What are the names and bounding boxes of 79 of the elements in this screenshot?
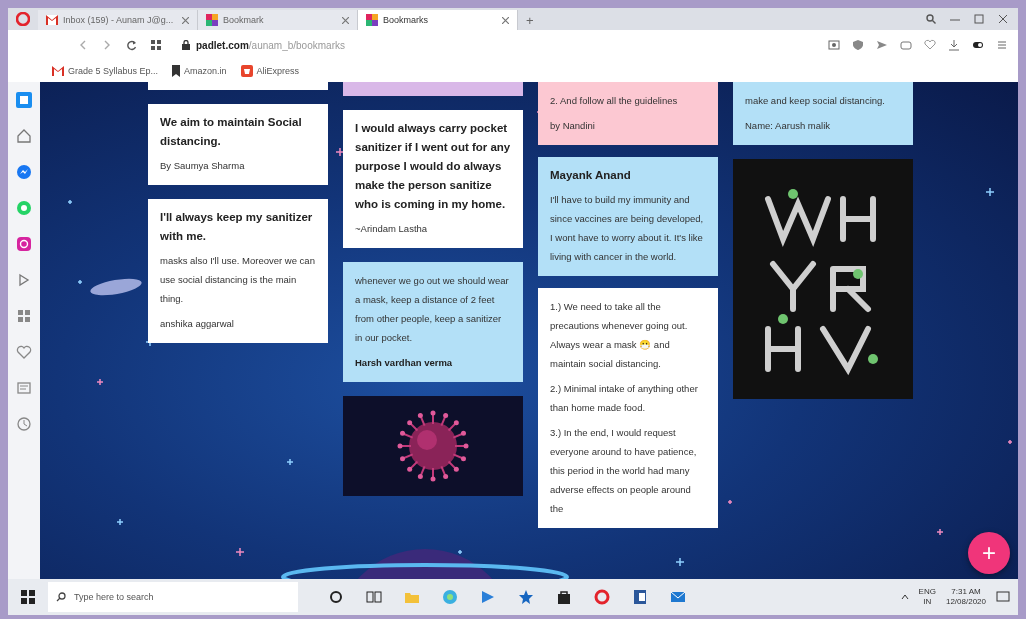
opera-logo-icon[interactable] (16, 12, 30, 26)
windows-logo-icon[interactable] (21, 590, 35, 604)
notification-icon[interactable] (996, 590, 1010, 604)
search-icon (56, 592, 66, 602)
note-text: anshika aggarwal (160, 317, 235, 331)
note-text: 3.) In the end, I would request everyone around to have patience, this period in the world had many adverse effects on people around the (550, 426, 698, 516)
note-text: make and keep social distancing. (745, 94, 886, 108)
clock-icon[interactable] (16, 416, 32, 432)
note-text: ~Arindam Lastha (355, 222, 429, 236)
reload-icon[interactable] (126, 39, 137, 51)
note-title: I would always carry pocket sanitizer if I went out for any purpose I would do always make the person sanitize who is coming in my home. (355, 121, 511, 212)
speed-dial-icon[interactable] (16, 92, 32, 108)
news-icon[interactable] (16, 380, 32, 396)
bookmark-link[interactable]: AliExpress (240, 65, 300, 77)
caret-icon[interactable] (900, 594, 909, 600)
app-icon[interactable] (480, 589, 496, 605)
browser-tab[interactable]: Bookmarks (358, 10, 518, 30)
maximize-icon[interactable] (974, 14, 984, 24)
send-icon[interactable] (876, 39, 888, 51)
home-icon[interactable] (16, 128, 32, 144)
heart-icon[interactable] (16, 344, 32, 360)
close-icon[interactable] (998, 14, 1008, 24)
bookmark-link[interactable]: Amazon.in (172, 65, 227, 77)
browser-icon[interactable] (442, 589, 458, 605)
close-icon[interactable] (182, 16, 189, 24)
note-text: By Saumya Sharma (160, 159, 246, 173)
note-title: Mayank Anand (550, 168, 632, 183)
instagram-icon[interactable] (16, 236, 32, 252)
word-icon[interactable] (632, 589, 648, 605)
clock-date[interactable]: 12/08/2020 (945, 597, 986, 607)
close-icon[interactable] (342, 16, 349, 24)
address-field[interactable]: padlet.com/aunam_b/bookmarks (176, 34, 814, 56)
mail-icon (52, 66, 64, 76)
whatsapp-icon[interactable] (16, 200, 32, 216)
note-text: by Nandini (550, 119, 596, 133)
heart-icon[interactable] (924, 39, 936, 51)
messenger-icon[interactable] (16, 164, 32, 180)
browser-tab[interactable]: Inbox (159) - Aunam J@g... (38, 10, 198, 30)
note-text: Name: Aarush malik (745, 119, 831, 133)
region-label[interactable]: IN (923, 597, 932, 607)
shopping-icon (240, 65, 253, 77)
search-icon[interactable] (926, 14, 936, 24)
taskbar-search-field[interactable]: Type here to search (48, 582, 298, 612)
note-title: We aim to maintain Social distancing. (160, 115, 303, 149)
grid-icon[interactable] (16, 308, 32, 324)
task-view-icon[interactable] (366, 589, 382, 605)
small-planet-drawing (88, 276, 144, 298)
language-label[interactable]: ENG (918, 587, 936, 597)
star-app-icon[interactable] (518, 589, 534, 605)
note-text: I'll have to build my immunity and since vaccines are being developed, I wont have to worry about it. It's like living with cancer in the world. (550, 193, 705, 264)
note-text: 1.) We need to take all the precautions whenever going out. Always wear a mask 😷 and maintain social distancing. (550, 300, 689, 371)
mail-icon (46, 15, 58, 25)
shield-icon[interactable] (852, 39, 864, 51)
grid-icon[interactable] (151, 39, 162, 51)
note-text: masks also I'll use. Moreover we can use social distancing is the main thing. (160, 254, 316, 306)
note-title: I'll always keep my sanitizer with me. (160, 210, 314, 244)
note-text: whenever we go out we should wear a mask, keep a distance of 2 feet from other people, keep a sanitizer in our pocket. (355, 274, 510, 345)
clock-time[interactable]: 7:31 AM (951, 587, 981, 597)
note-text: 2. And follow all the guidelines (550, 94, 679, 108)
wallet-icon[interactable] (900, 39, 912, 51)
lock-icon (182, 40, 190, 50)
mail-icon[interactable] (670, 589, 686, 605)
note-text: Harsh vardhan verma (355, 356, 454, 370)
add-button[interactable]: + (968, 532, 1010, 574)
padlet-logo-icon (366, 14, 378, 26)
browser-tab[interactable]: Bookmark (198, 10, 358, 30)
toggle-icon[interactable] (972, 39, 984, 51)
camera-icon[interactable] (828, 39, 840, 51)
opera-logo-icon[interactable] (594, 589, 610, 605)
bookmark-link[interactable]: Grade 5 Syllabus Ep... (52, 66, 159, 76)
bookmark-icon (172, 65, 181, 77)
menu-icon[interactable] (996, 39, 1008, 51)
download-icon[interactable] (948, 39, 960, 51)
store-bag-icon[interactable] (556, 589, 572, 605)
new-tab-button[interactable]: + (518, 10, 542, 30)
close-icon[interactable] (502, 16, 509, 24)
padlet-logo-icon (206, 14, 218, 26)
cortana-icon[interactable] (328, 589, 344, 605)
note-text: 2.) Minimal intake of anything other than home made food. (550, 382, 699, 415)
